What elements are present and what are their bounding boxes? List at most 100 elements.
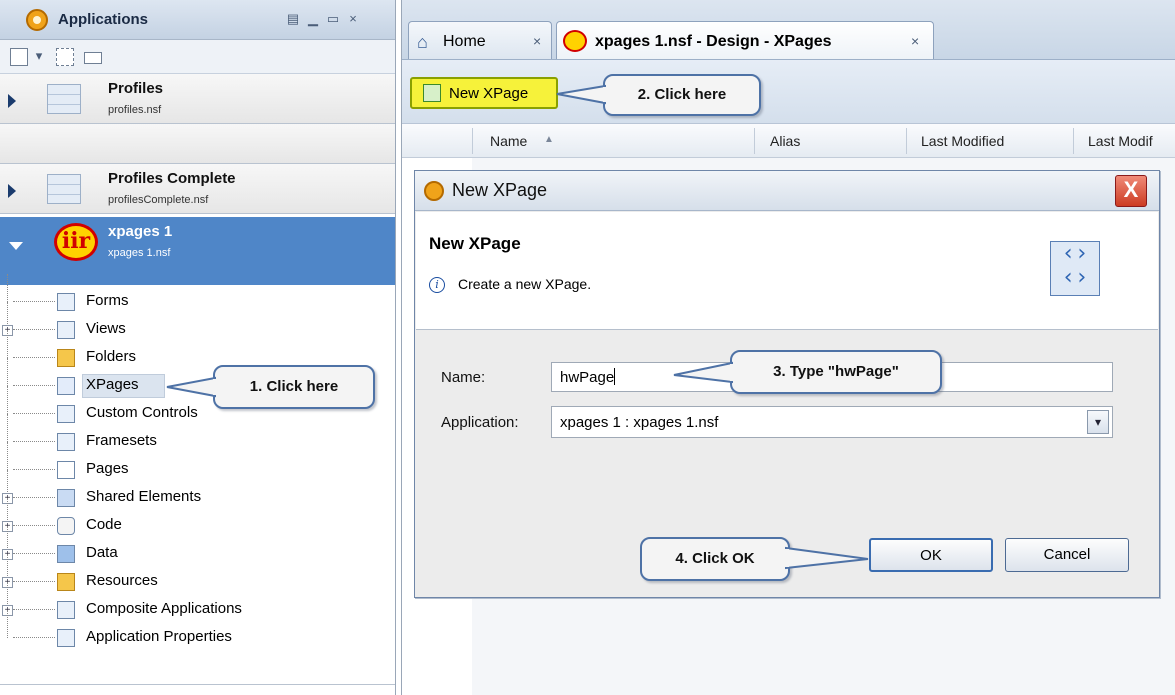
app-file: profilesComplete.nsf bbox=[108, 194, 209, 206]
callout-step2: 2. Click here bbox=[603, 74, 761, 116]
applications-panel: Applications ▤ ▁ ▭ × ▾ Profiles profiles… bbox=[0, 0, 396, 695]
close-panel-icon[interactable]: × bbox=[346, 12, 360, 26]
minimize-icon[interactable]: ▁ bbox=[306, 12, 320, 26]
show-tree-icon[interactable] bbox=[56, 48, 74, 66]
app-name: Profiles Complete bbox=[108, 170, 236, 187]
view-icon bbox=[57, 321, 75, 339]
properties-icon bbox=[57, 629, 75, 647]
home-icon: ⌂ bbox=[417, 32, 428, 52]
applications-panel-header: Applications ▤ ▁ ▭ × bbox=[0, 0, 395, 40]
column-last-modified-by[interactable]: Last Modif bbox=[1088, 133, 1153, 149]
applications-toolbar: ▾ bbox=[0, 40, 395, 74]
callout-step1-pointer bbox=[166, 376, 219, 398]
close-tab-icon[interactable]: × bbox=[911, 33, 919, 49]
dialog-close-button[interactable]: X bbox=[1115, 175, 1147, 207]
application-select-value: xpages 1 : xpages 1.nsf bbox=[560, 414, 719, 431]
callout-step4: 4. Click OK bbox=[640, 537, 790, 581]
maximize-icon[interactable]: ▭ bbox=[326, 12, 340, 26]
column-last-modified[interactable]: Last Modified bbox=[921, 133, 1004, 149]
tab-home[interactable]: ⌂ Home × bbox=[408, 21, 552, 59]
tree-item-label: Resources bbox=[86, 572, 158, 589]
tree-item-resources[interactable]: + Resources bbox=[0, 554, 395, 596]
app-name: xpages 1 bbox=[108, 223, 173, 240]
callout-step3-pointer bbox=[673, 361, 736, 384]
editor-tab-bar: ⌂ Home × xpages 1.nsf - Design - XPages … bbox=[402, 0, 1175, 60]
tree-item-label: Code bbox=[86, 516, 122, 533]
expand-arrow-icon[interactable] bbox=[8, 184, 16, 198]
column-alias[interactable]: Alias bbox=[770, 133, 800, 149]
callout-step4-pointer bbox=[782, 546, 869, 570]
callout-step1: 1. Click here bbox=[213, 365, 375, 409]
name-field-value: hwPage bbox=[560, 369, 615, 386]
tree-item-framesets[interactable]: Framesets bbox=[0, 414, 395, 456]
form-icon bbox=[57, 293, 75, 311]
application-label: Application: bbox=[441, 414, 519, 431]
collapse-arrow-icon[interactable] bbox=[9, 242, 23, 250]
iir-logo-icon bbox=[563, 30, 587, 52]
application-select[interactable]: xpages 1 : xpages 1.nsf ▾ bbox=[551, 406, 1113, 438]
tree-item-application-properties[interactable]: Application Properties bbox=[0, 610, 395, 652]
xpage-icon bbox=[57, 377, 75, 395]
tree-item-label: Data bbox=[86, 544, 118, 561]
expand-arrow-icon[interactable] bbox=[8, 94, 16, 108]
tree-item-pages[interactable]: Pages bbox=[0, 442, 395, 484]
tree-item-forms[interactable]: Forms bbox=[0, 274, 395, 316]
app-file: xpages 1.nsf bbox=[108, 247, 171, 259]
folder-icon bbox=[57, 349, 75, 367]
chevron-down-icon[interactable]: ▾ bbox=[1087, 410, 1109, 434]
app-row-profiles[interactable]: Profiles profiles.nsf bbox=[0, 74, 395, 124]
dialog-description: Create a new XPage. bbox=[458, 276, 592, 292]
tree-item-composite-applications[interactable]: + Composite Applications bbox=[0, 582, 395, 624]
text-cursor bbox=[614, 368, 616, 385]
close-tab-icon[interactable]: × bbox=[533, 33, 541, 49]
page-icon bbox=[57, 461, 75, 479]
cancel-button[interactable]: Cancel bbox=[1005, 538, 1129, 572]
xpages-list-header: Name ▲ Alias Last Modified Last Modif bbox=[402, 124, 1175, 158]
tab-xpages-design[interactable]: xpages 1.nsf - Design - XPages × bbox=[556, 21, 934, 59]
callout-step3: 3. Type "hwPage" bbox=[730, 350, 942, 394]
frameset-icon bbox=[57, 433, 75, 451]
database-icon bbox=[47, 84, 81, 114]
tree-item-code[interactable]: + Code bbox=[0, 498, 395, 540]
resources-icon bbox=[57, 573, 75, 591]
tree-item-label: XPages bbox=[86, 376, 139, 393]
applications-icon bbox=[26, 9, 48, 31]
dialog-title-bar: New XPage X bbox=[415, 171, 1159, 211]
dialog-heading: New XPage bbox=[429, 234, 521, 253]
iir-logo-icon: iir bbox=[54, 223, 98, 261]
tree-item-label: Folders bbox=[86, 348, 137, 365]
tree-item-label: Composite Applications bbox=[86, 600, 242, 617]
ok-button[interactable]: OK bbox=[869, 538, 993, 572]
tab-label: Home bbox=[443, 33, 486, 50]
data-icon bbox=[57, 545, 75, 563]
panel-bottom-divider bbox=[0, 684, 395, 685]
tree-item-views[interactable]: + Views bbox=[0, 302, 395, 344]
tree-item-label: Framesets bbox=[86, 432, 157, 449]
custom-control-icon bbox=[57, 405, 75, 423]
applications-title: Applications bbox=[58, 11, 149, 28]
dialog-header: New XPage i Create a new XPage. ‹› ‹› bbox=[416, 212, 1158, 330]
app-row-xpages-1[interactable]: iir xpages 1 xpages 1.nsf bbox=[0, 217, 395, 285]
view-menu-icon[interactable]: ▤ bbox=[286, 12, 300, 26]
tab-label: xpages 1.nsf - Design - XPages bbox=[595, 33, 832, 50]
tree-item-label: Views bbox=[86, 320, 126, 337]
collapse-all-icon[interactable] bbox=[84, 52, 102, 64]
database-icon bbox=[47, 174, 81, 204]
app-row-spacer bbox=[0, 124, 395, 164]
app-file: profiles.nsf bbox=[108, 104, 162, 116]
domino-designer-icon bbox=[424, 181, 444, 201]
tree-item-label: Application Properties bbox=[86, 628, 232, 645]
dropdown-arrow-icon[interactable]: ▾ bbox=[32, 49, 46, 63]
tree-item-shared-elements[interactable]: + Shared Elements bbox=[0, 470, 395, 512]
new-xpage-button[interactable]: New XPage bbox=[410, 77, 558, 109]
new-xpage-icon bbox=[423, 84, 441, 102]
new-xpage-label: New XPage bbox=[449, 85, 529, 102]
app-row-profiles-complete[interactable]: Profiles Complete profilesComplete.nsf bbox=[0, 164, 395, 214]
tree-item-data[interactable]: + Data bbox=[0, 526, 395, 568]
column-name[interactable]: Name bbox=[490, 133, 527, 149]
xpages-toolbar: New XPage bbox=[402, 60, 1175, 124]
name-label: Name: bbox=[441, 369, 486, 386]
new-application-icon[interactable] bbox=[10, 48, 28, 66]
sort-ascending-icon[interactable]: ▲ bbox=[544, 134, 554, 145]
app-name: Profiles bbox=[108, 80, 164, 97]
